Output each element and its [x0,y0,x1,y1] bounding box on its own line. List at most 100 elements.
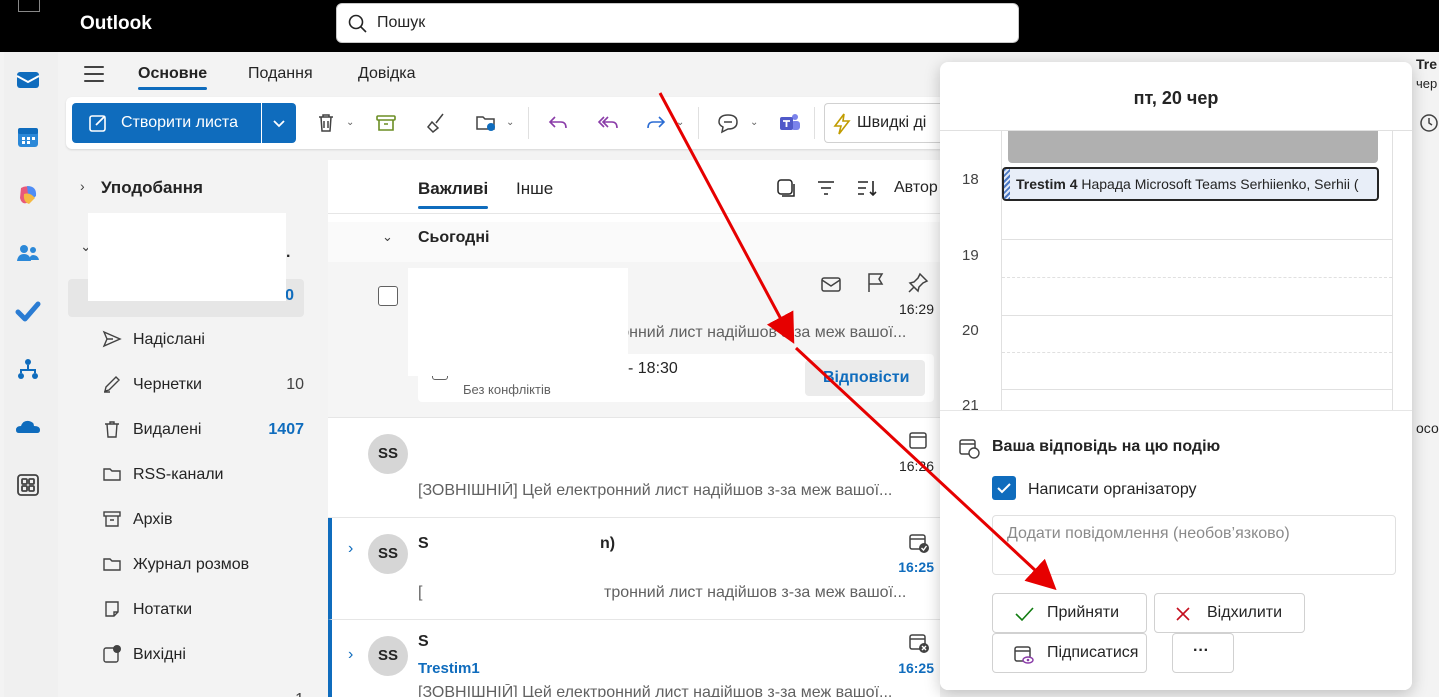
calendar-declined-icon [909,634,929,653]
quick-steps-button[interactable]: Швидкі ді [824,103,946,143]
people-app-icon[interactable] [15,240,41,266]
folder-label: RSS-канали [133,466,224,483]
folder-conversation-history[interactable]: Журнал розмов [102,550,320,580]
decline-button[interactable]: Відхилити [1154,593,1305,633]
reply-icon[interactable] [546,111,570,135]
calendar-accepted-icon [909,534,929,553]
folder-label: Архів [133,511,173,528]
select-checkbox[interactable] [378,286,398,306]
move-to-icon[interactable] [474,111,498,135]
group-header-today[interactable]: ⌄ Сьогодні [328,222,940,262]
folder-sent[interactable]: Надіслані [102,325,320,355]
app-brand[interactable]: Outlook [80,13,152,35]
folder-drafts[interactable]: Чернетки 10 [102,370,320,400]
favorites-header[interactable]: Уподобання [101,178,203,198]
chevron-down-icon [273,120,285,128]
delete-icon[interactable] [314,111,338,135]
sort-label[interactable]: Автор [894,179,938,197]
onedrive-app-icon[interactable] [15,414,41,440]
chevron-right-icon[interactable]: › [80,178,85,194]
todo-app-icon[interactable] [15,298,41,324]
message-preview: тронний лист надійшов з-за меж вашої... [604,324,907,341]
ribbon-toolbar: Створити листа ⌄ ⌄ ⌄ ⌄ Швидкі ді [66,97,946,149]
day-schedule: Trestim 4 Нарада Microsoft Teams Serhiie… [940,130,1412,414]
reply-button[interactable]: Відповісти [805,360,925,396]
folder-outbox[interactable]: Вихідні [102,640,320,670]
calendar-app-icon[interactable] [15,124,41,150]
filter-icon[interactable] [816,178,836,198]
forward-chevron-icon[interactable]: ⌄ [676,117,684,128]
accept-button[interactable]: Прийняти [992,593,1147,633]
copilot-app-icon[interactable] [15,182,41,208]
more-apps-icon[interactable] [15,472,41,498]
new-mail-button[interactable]: Створити листа [72,103,261,143]
teams-icon[interactable] [778,111,802,135]
folder-deleted[interactable]: Видалені 1407 [102,415,320,445]
org-app-icon[interactable] [15,356,41,382]
decline-label: Відхилити [1207,604,1283,621]
more-options-button[interactable]: ··· [1172,633,1234,673]
subscribe-button[interactable]: Підписатися [992,633,1147,673]
expand-chevron-icon[interactable]: › [348,540,353,558]
search-box[interactable]: Пошук [336,3,1019,43]
new-mail-dropdown[interactable] [262,103,296,143]
chat-icon[interactable] [716,111,740,135]
accept-label: Прийняти [1047,604,1120,621]
list-item[interactable]: SS 16:26 [ЗОВНІШНІЙ] Цей електронний лис… [328,418,940,518]
archive-icon[interactable] [374,111,398,135]
chat-chevron-icon[interactable]: ⌄ [750,117,758,128]
expand-chevron-icon[interactable]: › [348,646,353,664]
notify-organizer-label[interactable]: Написати організатору [1028,481,1197,499]
reply-all-icon[interactable] [596,111,620,135]
notify-organizer-checkbox[interactable] [992,476,1016,500]
calendar-event-busy[interactable] [1008,131,1378,163]
sweep-icon[interactable] [424,111,448,135]
note-icon [105,601,119,617]
calendar-reply-icon [959,439,980,459]
sort-icon[interactable] [856,178,878,198]
folder-notes[interactable]: Нотатки [102,595,320,625]
message-time: 16:29 [898,301,934,317]
mark-read-icon[interactable] [820,274,842,294]
calendar-eye-icon [1014,646,1034,664]
pin-icon[interactable] [907,272,929,294]
response-message-input[interactable]: Додати повідомлення (необов’язково) [992,515,1396,575]
search-input[interactable]: Пошук [377,14,425,32]
list-item[interactable]: › SS S n) 16:25 [ тронний лист надійшов … [328,518,940,620]
event-title: Trestim 4 [1016,176,1078,192]
folder-count: 1 [295,691,304,697]
folder-label: Чернетки [133,376,202,393]
hamburger-menu-icon[interactable] [84,66,104,82]
tab-view[interactable]: Подання [248,65,313,83]
folder-partial[interactable]: 1 [102,685,320,697]
folder-label: Надіслані [133,331,205,348]
avatar: SS [368,434,408,474]
message-sender-end: n) [600,535,616,552]
message-preview: [ЗОВНІШНІЙ] Цей електронний лист надійшо… [418,684,893,697]
top-bar: Outlook Пошук [0,0,1439,52]
clock-icon[interactable] [1418,112,1439,134]
message-sender: S [418,535,429,552]
list-item[interactable]: › SS S Trestim1 16:25 [ЗОВНІШНІЙ] Цей ел… [328,620,940,697]
delete-chevron-icon[interactable]: ⌄ [346,117,354,128]
move-chevron-icon[interactable]: ⌄ [506,117,514,128]
tab-home[interactable]: Основне [138,65,208,90]
list-item[interactable]: 16:29 тронний лист надійшов з-за меж ваш… [328,262,940,418]
calendar-event-selected[interactable]: Trestim 4 Нарада Microsoft Teams Serhiie… [1002,167,1379,201]
select-icon[interactable] [776,178,796,198]
tab-other[interactable]: Інше [516,179,553,199]
response-message-placeholder: Додати повідомлення (необов’язково) [1007,525,1290,542]
tab-help[interactable]: Довідка [358,65,416,83]
message-preview: тронний лист надійшов з-за меж вашої... [604,584,907,601]
compose-icon [89,115,106,132]
folder-archive[interactable]: Архів [102,505,320,535]
tab-focused[interactable]: Важливі [418,179,489,209]
chevron-down-icon[interactable]: ⌄ [382,229,393,245]
folder-label: Нотатки [133,601,193,618]
event-response-popup: пт, 20 чер Trestim 4 Нарада Microsoft Te… [940,62,1412,690]
flag-icon[interactable] [865,272,885,294]
new-mail-label: Створити листа [121,114,238,131]
mail-app-icon[interactable] [15,66,41,92]
forward-icon[interactable] [644,111,668,135]
folder-rss[interactable]: RSS-канали [102,460,320,490]
